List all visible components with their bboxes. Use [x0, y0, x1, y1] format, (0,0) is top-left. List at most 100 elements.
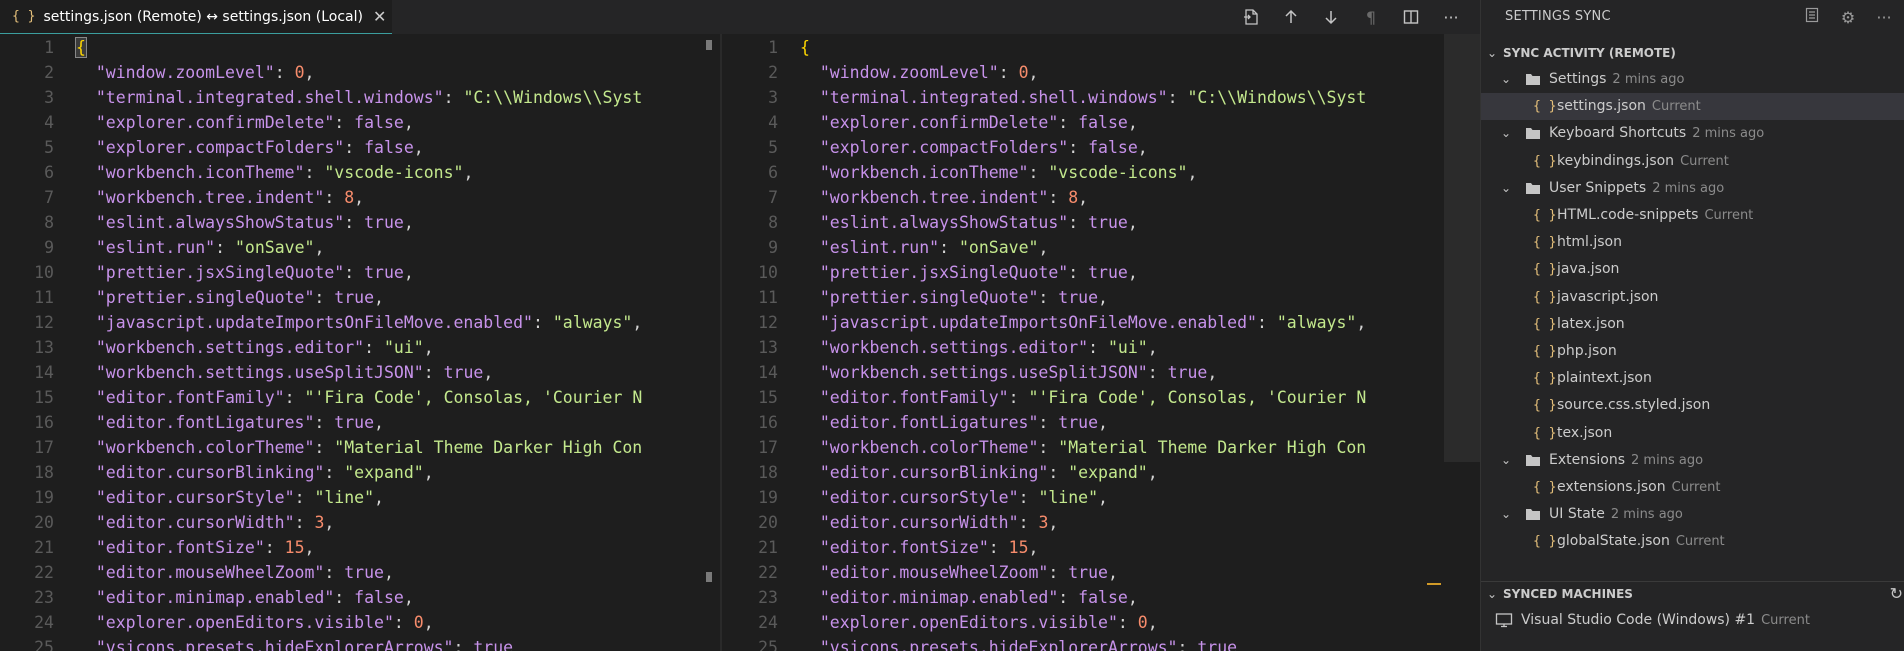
code-line[interactable]: 17 "workbench.colorTheme": "Material The… — [722, 435, 1366, 460]
tree-file[interactable]: { } html.json — [1481, 229, 1904, 256]
gear-icon[interactable]: ⚙ — [1837, 8, 1859, 27]
line-number: 18 — [34, 463, 54, 482]
tree-group[interactable]: ⌄ Keyboard Shortcuts 2 mins ago — [1481, 120, 1904, 147]
diff-pane-local[interactable]: 1{2 "window.zoomLevel": 0, 3 "terminal.in… — [722, 34, 1444, 651]
tree-file[interactable]: { } keybindings.json Current — [1481, 148, 1904, 175]
code-line[interactable]: 21 "editor.fontSize": 15, — [0, 535, 314, 560]
code-line[interactable]: 16 "editor.fontLigatures": true, — [722, 410, 1108, 435]
code-line[interactable]: 7 "workbench.tree.indent": 8, — [0, 185, 364, 210]
code-line[interactable]: 4 "explorer.confirmDelete": false, — [722, 110, 1138, 135]
code-line[interactable]: 25 "vsicons.presets.hideExplorerArrows":… — [0, 635, 513, 651]
tree-group[interactable]: ⌄ Extensions 2 mins ago — [1481, 447, 1904, 474]
tree-file[interactable]: { } latex.json — [1481, 311, 1904, 338]
code-line[interactable]: 6 "workbench.iconTheme": "vscode-icons", — [722, 160, 1197, 185]
code-line[interactable]: 7 "workbench.tree.indent": 8, — [722, 185, 1088, 210]
tree-group[interactable]: ⌄ UI State 2 mins ago — [1481, 501, 1904, 528]
code-line[interactable]: 12 "javascript.updateImportsOnFileMove.e… — [722, 310, 1366, 335]
code-line[interactable]: 4 "explorer.confirmDelete": false, — [0, 110, 414, 135]
code-line[interactable]: 24 "explorer.openEditors.visible": 0, — [722, 610, 1158, 635]
line-number: 17 — [34, 438, 54, 457]
tree-file[interactable]: { } plaintext.json — [1481, 365, 1904, 392]
group-label: UI State — [1549, 506, 1605, 523]
code-line[interactable]: 11 "prettier.singleQuote": true, — [722, 285, 1108, 310]
tree-group[interactable]: ⌄ Settings 2 mins ago — [1481, 66, 1904, 93]
code-line[interactable]: 17 "workbench.colorTheme": "Material The… — [0, 435, 642, 460]
tree-file[interactable]: { } source.css.styled.json — [1481, 392, 1904, 419]
code-line[interactable]: 25 "vsicons.presets.hideExplorerArrows":… — [722, 635, 1237, 651]
code-line[interactable]: 15 "editor.fontFamily": "'Fira Code', Co… — [0, 385, 642, 410]
line-number: 12 — [34, 313, 54, 332]
code-line[interactable]: 9 "eslint.run": "onSave", — [0, 235, 324, 260]
code-line[interactable]: 12 "javascript.updateImportsOnFileMove.e… — [0, 310, 642, 335]
tree-file[interactable]: { } HTML.code-snippets Current — [1481, 202, 1904, 229]
tree-file[interactable]: { } tex.json — [1481, 420, 1904, 447]
code-line[interactable]: 2 "window.zoomLevel": 0, — [0, 60, 314, 85]
code-line[interactable]: 20 "editor.cursorWidth": 3, — [0, 510, 334, 535]
code-line[interactable]: 13 "workbench.settings.editor": "ui", — [722, 335, 1158, 360]
tree-file[interactable]: { } settings.json Current — [1481, 93, 1904, 121]
section-synced-machines[interactable]: ⌄ SYNCED MACHINES — [1481, 582, 1633, 606]
scrollbar[interactable] — [1444, 34, 1480, 462]
code-line[interactable]: 2 "window.zoomLevel": 0, — [722, 60, 1038, 85]
code-line[interactable]: 18 "editor.cursorBlinking": "expand", — [0, 460, 434, 485]
code-text: "workbench.colorTheme": "Material Theme … — [800, 435, 1366, 460]
code-line[interactable]: 19 "editor.cursorStyle": "line", — [0, 485, 384, 510]
line-number: 3 — [44, 88, 54, 107]
code-line[interactable]: 16 "editor.fontLigatures": true, — [0, 410, 384, 435]
code-token: : — [324, 463, 345, 482]
tree-file[interactable]: { } extensions.json Current — [1481, 474, 1904, 501]
tab-settings-diff[interactable]: { } settings.json (Remote) ↔ settings.js… — [0, 0, 392, 34]
more-icon[interactable]: ··· — [1873, 8, 1895, 27]
code-line[interactable]: 19 "editor.cursorStyle": "line", — [722, 485, 1108, 510]
code-token: "explorer.openEditors.visible" — [95, 613, 394, 632]
tree-file[interactable]: { } java.json — [1481, 256, 1904, 283]
tree-group[interactable]: ⌄ User Snippets 2 mins ago — [1481, 175, 1904, 202]
refresh-icon[interactable]: ↻ — [1890, 584, 1903, 603]
code-line[interactable]: 14 "workbench.settings.useSplitJSON": tr… — [0, 360, 493, 385]
tree-file[interactable]: { } javascript.json — [1481, 284, 1904, 311]
code-line[interactable]: 23 "editor.minimap.enabled": false, — [722, 585, 1138, 610]
code-line[interactable]: 11 "prettier.singleQuote": true, — [0, 285, 384, 310]
split-editor-icon[interactable] — [1398, 4, 1424, 30]
diff-pane-remote[interactable]: 1{2 "window.zoomLevel": 0, 3 "terminal.in… — [0, 34, 722, 651]
open-file-icon[interactable] — [1238, 4, 1264, 30]
code-line[interactable]: 20 "editor.cursorWidth": 3, — [722, 510, 1058, 535]
code-line[interactable]: 21 "editor.fontSize": 15, — [722, 535, 1038, 560]
code-line[interactable]: 8 "eslint.alwaysShowStatus": true, — [0, 210, 414, 235]
code-line[interactable]: 8 "eslint.alwaysShowStatus": true, — [722, 210, 1138, 235]
code-line[interactable]: 15 "editor.fontFamily": "'Fira Code', Co… — [722, 385, 1366, 410]
line-number: 2 — [768, 63, 778, 82]
section-sync-activity[interactable]: ⌄ SYNC ACTIVITY (REMOTE) — [1481, 41, 1676, 65]
code-line[interactable]: 6 "workbench.iconTheme": "vscode-icons", — [0, 160, 473, 185]
document-icon[interactable] — [1801, 7, 1823, 27]
code-line[interactable]: 10 "prettier.jsxSingleQuote": true, — [722, 260, 1138, 285]
tree-file[interactable]: { } globalState.json Current — [1481, 528, 1904, 555]
code-line[interactable]: 13 "workbench.settings.editor": "ui", — [0, 335, 434, 360]
tree-file[interactable]: { } php.json — [1481, 338, 1904, 365]
arrow-up-icon[interactable] — [1278, 4, 1304, 30]
code-line[interactable]: 3 "terminal.integrated.shell.windows": "… — [0, 85, 642, 110]
code-line[interactable]: 1{ — [0, 35, 87, 60]
code-line[interactable]: 22 "editor.mouseWheelZoom": true, — [0, 560, 394, 585]
more-icon[interactable]: ··· — [1438, 4, 1464, 30]
code-token: : — [532, 313, 553, 332]
machine-item[interactable]: Visual Studio Code (Windows) #1 Current — [1481, 607, 1904, 634]
code-line[interactable]: 1{ — [722, 35, 810, 60]
code-line[interactable]: 22 "editor.mouseWheelZoom": true, — [722, 560, 1118, 585]
line-number: 13 — [758, 338, 778, 357]
folder-icon — [1525, 447, 1541, 474]
file-name: javascript.json — [1557, 288, 1659, 305]
code-line[interactable]: 23 "editor.minimap.enabled": false, — [0, 585, 414, 610]
code-line[interactable]: 14 "workbench.settings.useSplitJSON": tr… — [722, 360, 1217, 385]
code-line[interactable]: 18 "editor.cursorBlinking": "expand", — [722, 460, 1158, 485]
arrow-down-icon[interactable] — [1318, 4, 1344, 30]
code-line[interactable]: 5 "explorer.compactFolders": false, — [722, 135, 1148, 160]
code-line[interactable]: 24 "explorer.openEditors.visible": 0, — [0, 610, 434, 635]
code-text: "editor.minimap.enabled": false, — [800, 585, 1138, 610]
pilcrow-icon[interactable]: ¶ — [1358, 4, 1384, 30]
code-line[interactable]: 10 "prettier.jsxSingleQuote": true, — [0, 260, 414, 285]
close-icon[interactable]: ✕ — [373, 7, 386, 26]
code-line[interactable]: 3 "terminal.integrated.shell.windows": "… — [722, 85, 1366, 110]
code-line[interactable]: 9 "eslint.run": "onSave", — [722, 235, 1048, 260]
code-line[interactable]: 5 "explorer.compactFolders": false, — [0, 135, 424, 160]
